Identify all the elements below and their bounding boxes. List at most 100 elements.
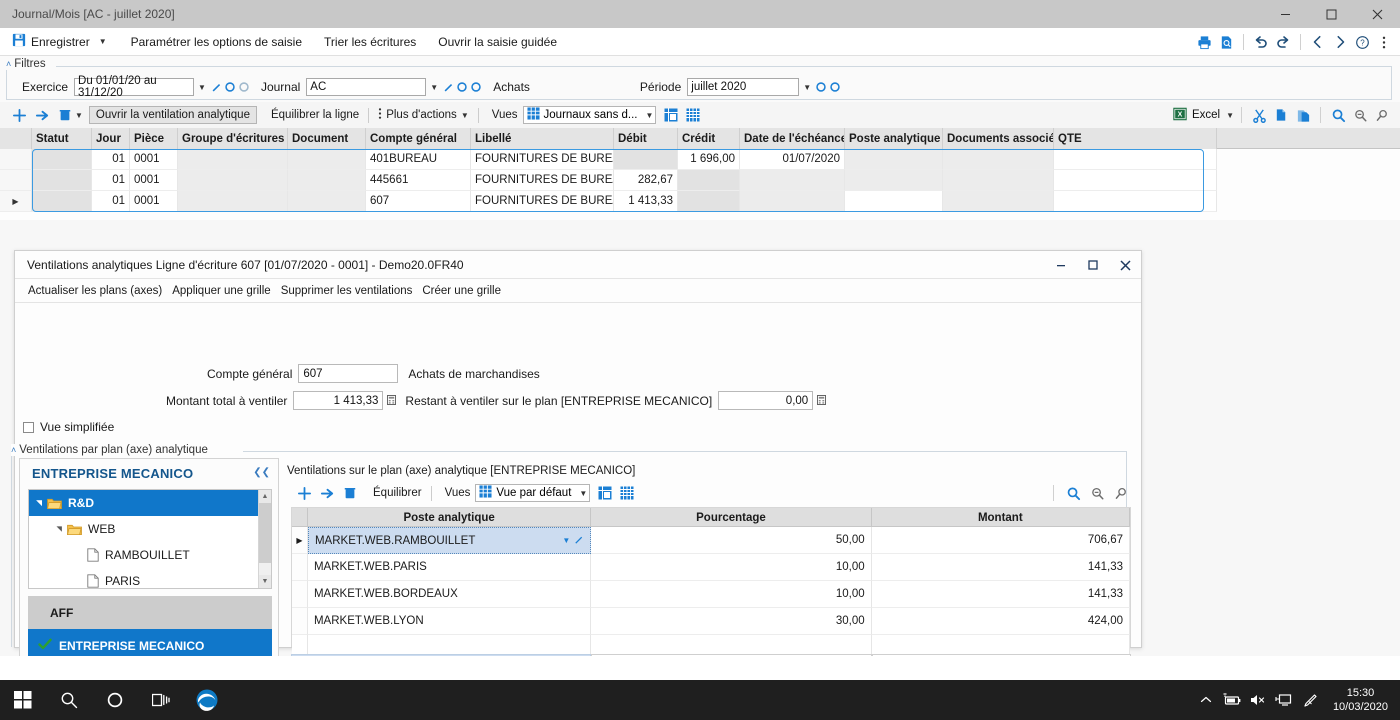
exercice-reset-icon[interactable]	[238, 81, 250, 93]
grid-column-header[interactable]: Document	[288, 128, 366, 149]
minimize-icon[interactable]	[1262, 0, 1308, 28]
ventilation-cell-poste[interactable]: MARKET.WEB.LYON	[307, 608, 592, 635]
periode-dropdown-icon[interactable]: ▼	[803, 83, 811, 92]
pen-icon[interactable]	[1297, 680, 1323, 720]
delete-row-icon[interactable]	[56, 104, 74, 126]
exercice-open-icon[interactable]	[224, 81, 236, 93]
grid-cell-docs[interactable]	[943, 191, 1054, 212]
tree-node[interactable]: ◢ WEB	[29, 516, 258, 542]
tree-node[interactable]: RAMBOUILLET	[29, 542, 258, 568]
grid-cell-compte[interactable]: 445661	[366, 170, 471, 191]
vent-search-icon[interactable]	[1063, 481, 1083, 505]
ventilation-cell-poste[interactable]: MARKET.WEB.BORDEAUX	[307, 581, 592, 608]
ventilation-cell-montant[interactable]: 141,33	[871, 554, 1131, 581]
vent-equilibrer-link[interactable]: Équilibrer	[373, 487, 422, 499]
grid-cell-piece[interactable]: 0001	[130, 170, 178, 191]
grid-cell-poste[interactable]	[845, 191, 943, 212]
ventilation-column-header[interactable]: Pourcentage	[591, 508, 872, 527]
grid-column-header[interactable]: Crédit	[678, 128, 740, 149]
grid-cell-piece[interactable]: 0001	[130, 191, 178, 212]
vue-simplifiee-checkbox[interactable]	[23, 421, 34, 433]
grid-cell-libelle[interactable]: FOURNITURES DE BUREAU	[471, 149, 614, 170]
grid-cell-jour[interactable]: 01	[92, 170, 130, 191]
appliquer-grille-link[interactable]: Appliquer une grille	[172, 285, 270, 297]
copy-icon[interactable]	[1271, 103, 1291, 127]
grid-cell-qte[interactable]	[1054, 170, 1217, 191]
grid-cell-docs[interactable]	[943, 170, 1054, 191]
calculator-icon[interactable]	[387, 394, 397, 408]
tree-expand-icon[interactable]: ◢	[35, 497, 43, 509]
grid-cell-groupe[interactable]	[178, 149, 288, 170]
open-ventilation-button[interactable]: Ouvrir la ventilation analytique	[88, 106, 257, 124]
vent-find-icon[interactable]	[1111, 481, 1131, 505]
grid-columns-icon[interactable]	[684, 104, 702, 126]
tree-scrollbar[interactable]: ▲ ▼	[258, 490, 271, 588]
restant-ventiler-input[interactable]: 0,00	[718, 391, 814, 410]
taskbar-clock[interactable]: 15:30 10/03/2020	[1333, 680, 1388, 720]
grid-cell-jour[interactable]: 01	[92, 191, 130, 212]
journal-edit-icon[interactable]	[442, 81, 454, 93]
add-row-icon[interactable]	[10, 104, 28, 126]
vent-view-chevron-icon[interactable]: ▼	[579, 489, 587, 498]
creer-grille-link[interactable]: Créer une grille	[422, 285, 501, 297]
grid-column-header[interactable]: Documents associés	[943, 128, 1054, 149]
table-row[interactable]: ▶ MARKET.WEB.RAMBOUILLET ▼ 50,00 706,67	[292, 527, 1131, 554]
journal-dropdown-icon[interactable]: ▼	[430, 83, 438, 92]
scrollbar-thumb[interactable]	[259, 503, 271, 563]
help-icon[interactable]: ?	[1352, 30, 1372, 54]
exercice-dropdown-icon[interactable]: ▼	[198, 83, 206, 92]
grid-column-header[interactable]: Débit	[614, 128, 678, 149]
grid-column-header[interactable]: Date de l'échéance	[740, 128, 845, 149]
journal-input[interactable]: AC	[306, 78, 427, 96]
find-icon[interactable]	[1372, 103, 1392, 127]
grid-cell-debit[interactable]: 1 413,33	[614, 191, 678, 212]
vue-simplifiee-row[interactable]: Vue simplifiée	[23, 420, 114, 434]
axis-collapse-icon[interactable]: ❮❮	[253, 467, 270, 478]
grid-cell-debit[interactable]: 282,67	[614, 170, 678, 191]
grid-cell-compte[interactable]: 607	[366, 191, 471, 212]
calculator-icon[interactable]	[817, 394, 827, 408]
grid-column-header[interactable]: Compte général	[366, 128, 471, 149]
excel-icon[interactable]: X	[1173, 107, 1187, 124]
grid-cell-groupe[interactable]	[178, 191, 288, 212]
battery-charging-icon[interactable]	[1219, 680, 1245, 720]
redo-icon[interactable]	[1273, 30, 1293, 54]
grid-cell-qte[interactable]	[1054, 149, 1217, 170]
grid-column-header[interactable]: Jour	[92, 128, 130, 149]
grid-column-header[interactable]: Pièce	[130, 128, 178, 149]
ventilation-cell-montant[interactable]: 141,33	[871, 581, 1131, 608]
child-close-icon[interactable]	[1109, 251, 1141, 279]
ventilation-cell-poste[interactable]: MARKET.WEB.PARIS	[307, 554, 592, 581]
grid-cell-jour[interactable]: 01	[92, 149, 130, 170]
grid-cell-document[interactable]	[288, 191, 366, 212]
supprimer-ventilations-link[interactable]: Supprimer les ventilations	[281, 285, 413, 297]
grid-cell-statut[interactable]	[32, 149, 92, 170]
vent-add-icon[interactable]	[295, 482, 313, 504]
grid-cell-statut[interactable]	[32, 170, 92, 191]
more-actions-dots-icon[interactable]	[378, 107, 382, 123]
save-button[interactable]: Enregistrer ▼	[8, 31, 111, 52]
next-icon[interactable]	[1330, 30, 1350, 54]
taskbar-search-icon[interactable]	[46, 680, 92, 720]
tree-node[interactable]: PARIS	[29, 568, 258, 588]
tree-expand-icon[interactable]: ◢	[55, 523, 63, 535]
print-icon[interactable]	[1194, 30, 1214, 54]
grid-column-header[interactable]: QTE	[1054, 128, 1217, 149]
chevron-up-icon[interactable]	[1193, 680, 1219, 720]
speaker-muted-icon[interactable]	[1245, 680, 1271, 720]
ventilations-group-legend[interactable]: ˄ Ventilations par plan (axe) analytique	[11, 444, 214, 456]
periode-reset-icon[interactable]	[829, 81, 841, 93]
grid-cell-qte[interactable]	[1054, 191, 1217, 212]
grid-column-header[interactable]	[0, 128, 32, 149]
more-options-icon[interactable]	[1374, 30, 1394, 54]
grid-cell-credit[interactable]: 1 696,00	[678, 149, 740, 170]
axis-group-aff[interactable]: AFF	[28, 596, 272, 629]
grid-column-header[interactable]: Statut	[32, 128, 92, 149]
vent-zoom-out-icon[interactable]	[1087, 481, 1107, 505]
more-actions-chevron-icon[interactable]: ▼	[461, 111, 469, 120]
table-row[interactable]: 01 0001 401BUREAU FOURNITURES DE BUREAU 1 69…	[0, 149, 1400, 170]
cut-icon[interactable]	[1249, 103, 1269, 127]
child-maximize-icon[interactable]	[1077, 251, 1109, 279]
chevron-down-icon[interactable]: ▼	[99, 37, 107, 46]
grid-cell-echeance[interactable]: 01/07/2020	[740, 149, 845, 170]
